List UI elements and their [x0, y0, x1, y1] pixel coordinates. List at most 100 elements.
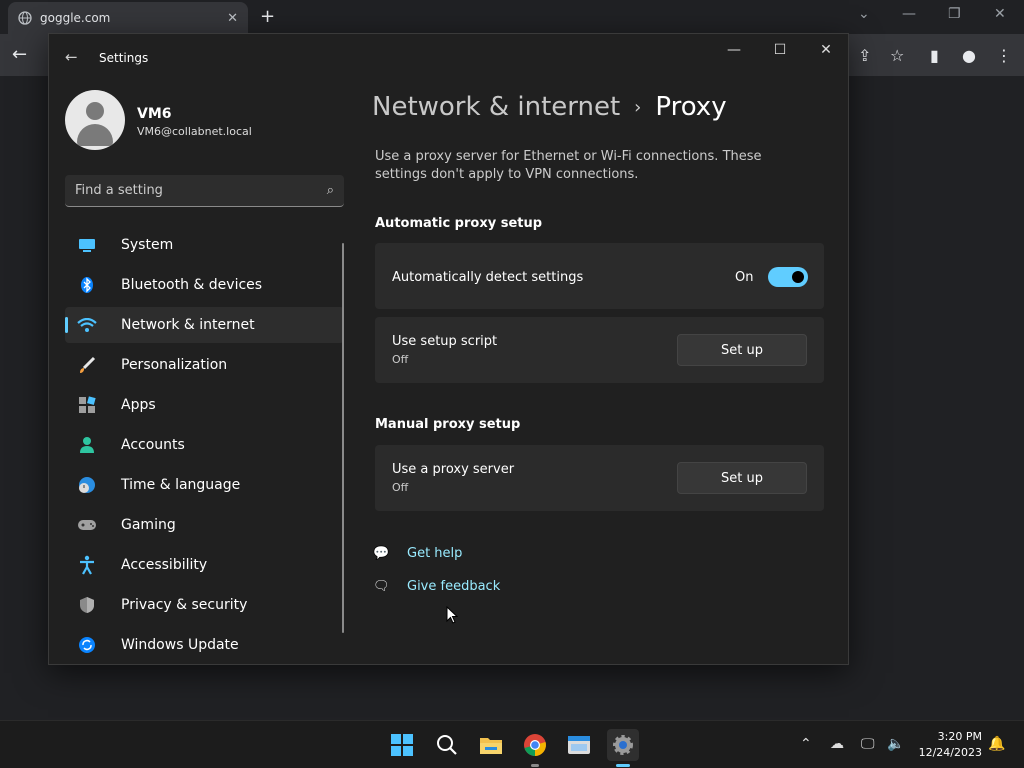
nav-item-gaming[interactable]: Gaming [65, 507, 344, 543]
folder-icon [480, 738, 502, 754]
bluetooth-icon [77, 275, 97, 295]
browser-close-icon[interactable]: ✕ [994, 6, 1006, 22]
user-name: VM6 [137, 106, 172, 122]
chrome-icon [524, 734, 546, 756]
nav-scrollbar[interactable] [342, 243, 344, 633]
profile-icon[interactable]: ● [962, 46, 976, 65]
nav-item-privacy[interactable]: Privacy & security [65, 587, 344, 623]
taskbar-clock[interactable]: 3:20 PM 12/24/2023 [919, 729, 982, 761]
nav-item-time-language[interactable]: Time & language [65, 467, 344, 503]
nav-item-network[interactable]: Network & internet [65, 307, 344, 343]
setup-script-button[interactable]: Set up [677, 334, 807, 366]
start-button[interactable] [386, 729, 418, 761]
proxy-server-setup-button[interactable]: Set up [677, 462, 807, 494]
system-icon [77, 235, 97, 255]
proxy-server-card: Use a proxy server Off Set up [375, 445, 824, 511]
tab-close-icon[interactable]: ✕ [227, 11, 238, 26]
page-description: Use a proxy server for Ethernet or Wi-Fi… [375, 149, 762, 182]
tray-chevron-up-icon[interactable]: ⌃ [800, 736, 812, 752]
feedback-icon: 🗨 [373, 579, 390, 594]
auto-detect-card: Automatically detect settings On [375, 243, 824, 309]
tray-volume-icon[interactable]: 🔈 [887, 736, 904, 752]
brush-icon [77, 355, 97, 375]
accessibility-icon [77, 555, 97, 575]
avatar[interactable] [65, 90, 125, 150]
tray-network-icon[interactable]: 🖵 [861, 736, 875, 752]
shield-icon [77, 595, 97, 615]
setup-script-label: Use setup script [392, 334, 498, 349]
help-chat-icon: 💬 [373, 546, 390, 561]
clock-date: 12/24/2023 [918, 746, 982, 759]
auto-detect-label: Automatically detect settings [392, 270, 584, 285]
setup-script-state: Off [392, 353, 409, 366]
tray-cloud-offline-icon[interactable]: ☁ [830, 736, 844, 752]
proxy-server-label: Use a proxy server [392, 462, 515, 477]
settings-title: Settings [99, 51, 149, 65]
gamepad-icon [77, 515, 97, 535]
breadcrumb-parent[interactable]: Network & internet [372, 92, 620, 122]
nav-item-windows-update[interactable]: Windows Update [65, 627, 344, 663]
setup-script-card: Use setup script Off Set up [375, 317, 824, 383]
browser-menu-icon[interactable]: ⋮ [996, 46, 1012, 65]
auto-detect-toggle[interactable] [768, 267, 808, 287]
give-feedback-link[interactable]: Give feedback [407, 579, 500, 594]
search-icon[interactable]: ⌕ [327, 183, 334, 198]
apps-icon [77, 395, 97, 415]
taskbar-search-button[interactable] [431, 729, 463, 761]
auto-detect-state: On [735, 270, 754, 285]
settings-back-icon[interactable]: ← [65, 48, 78, 66]
clock-time: 3:20 PM [937, 730, 982, 743]
settings-window: ← Settings — ☐ ✕ VM6 VM6@collabnet.local… [48, 33, 849, 665]
nav-item-accessibility[interactable]: Accessibility [65, 547, 344, 583]
taskbar-chrome[interactable] [519, 729, 551, 767]
tab-title: goggle.com [40, 11, 111, 25]
settings-close-icon[interactable]: ✕ [806, 42, 846, 58]
wifi-icon [77, 315, 97, 335]
nav-item-personalization[interactable]: Personalization [65, 347, 344, 383]
new-tab-icon[interactable]: + [260, 6, 275, 27]
settings-nav: System Bluetooth & devices Network & int… [65, 227, 344, 667]
globe-clock-icon [77, 475, 97, 495]
bookmark-star-icon[interactable]: ☆ [890, 46, 904, 65]
browser-tab-strip: goggle.com ✕ + ⌄ — ❐ ✕ [0, 0, 1024, 34]
nav-item-bluetooth[interactable]: Bluetooth & devices [65, 267, 344, 303]
get-help-link[interactable]: Get help [407, 546, 462, 561]
taskbar-file-explorer[interactable] [475, 729, 507, 761]
settings-maximize-icon[interactable]: ☐ [760, 42, 800, 58]
tab-search-icon[interactable]: ⌄ [858, 6, 870, 22]
user-email: VM6@collabnet.local [137, 125, 252, 138]
windows-logo-icon [391, 734, 413, 756]
get-help-link-row[interactable]: 💬 Get help [373, 546, 462, 561]
settings-minimize-icon[interactable]: — [714, 42, 754, 58]
settings-titlebar: ← Settings — ☐ ✕ [49, 34, 848, 82]
taskbar-settings[interactable] [607, 729, 639, 767]
manual-proxy-section-title: Manual proxy setup [375, 417, 521, 432]
proxy-server-state: Off [392, 481, 409, 494]
auto-proxy-section-title: Automatic proxy setup [375, 216, 543, 231]
search-box[interactable]: ⌕ [65, 175, 344, 207]
page-title: Proxy [655, 92, 727, 122]
globe-icon [18, 11, 32, 25]
person-icon [77, 435, 97, 455]
side-panel-icon[interactable]: ▮ [930, 46, 939, 65]
nav-item-system[interactable]: System [65, 227, 344, 263]
browser-back-icon[interactable]: ← [12, 44, 27, 65]
chevron-right-icon: › [634, 96, 642, 118]
breadcrumb: Network & internet › Proxy [372, 92, 727, 122]
browser-restore-icon[interactable]: ❐ [948, 6, 961, 22]
search-icon [437, 735, 457, 755]
browser-minimize-icon[interactable]: — [902, 6, 916, 22]
notification-bell-icon[interactable]: 🔔 [988, 736, 1005, 752]
mouse-cursor-icon [446, 606, 458, 624]
taskbar-app-window[interactable] [563, 729, 595, 761]
gear-icon [613, 735, 633, 755]
taskbar: ⌃ ☁ 🖵 🔈 3:20 PM 12/24/2023 🔔 [0, 720, 1024, 768]
nav-item-accounts[interactable]: Accounts [65, 427, 344, 463]
nav-item-apps[interactable]: Apps [65, 387, 344, 423]
browser-tab[interactable]: goggle.com ✕ [8, 2, 248, 34]
search-input[interactable] [75, 183, 327, 198]
window-app-icon [568, 736, 590, 754]
share-icon[interactable]: ⇪ [858, 46, 871, 65]
feedback-link-row[interactable]: 🗨 Give feedback [373, 579, 500, 594]
update-icon [77, 635, 97, 655]
